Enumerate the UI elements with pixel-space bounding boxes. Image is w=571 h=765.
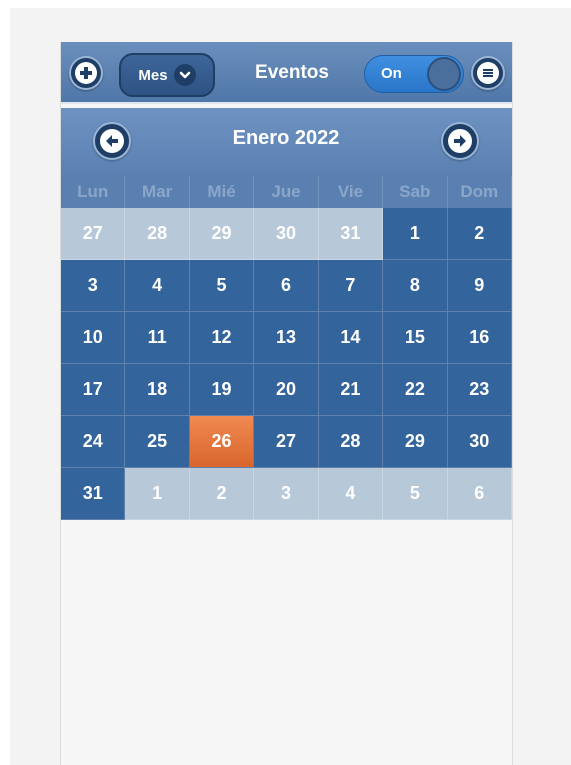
weekday-label: Lun — [61, 176, 126, 208]
weekday-label: Mar — [125, 176, 190, 208]
calendar-day[interactable]: 7 — [318, 260, 384, 312]
previous-month-button[interactable] — [93, 122, 131, 160]
calendar-day[interactable]: 9 — [447, 260, 512, 312]
calendar-day-outside-month[interactable]: 31 — [318, 208, 384, 260]
arrow-left-icon — [100, 129, 124, 153]
calendar-day-outside-month[interactable]: 6 — [447, 468, 512, 520]
calendar-app: Mes Eventos On Enero 2022 Lun Mar Mié Ju… — [60, 42, 513, 765]
calendar-header: Enero 2022 — [61, 108, 512, 176]
calendar-day[interactable]: 25 — [125, 416, 190, 468]
calendar-day[interactable]: 13 — [254, 312, 319, 364]
calendar-day[interactable]: 6 — [254, 260, 319, 312]
calendar-day[interactable]: 28 — [318, 416, 384, 468]
calendar-day[interactable]: 14 — [318, 312, 384, 364]
next-month-button[interactable] — [441, 122, 479, 160]
chevron-down-icon — [173, 64, 196, 86]
weekday-row: Lun Mar Mié Jue Vie Sab Dom — [61, 176, 512, 208]
menu-icon — [477, 62, 499, 84]
calendar-day-outside-month[interactable]: 1 — [125, 468, 190, 520]
view-mode-button[interactable]: Mes — [119, 53, 215, 97]
toggle-label: On — [381, 65, 402, 82]
calendar-day-outside-month[interactable]: 30 — [254, 208, 319, 260]
calendar-grid: 27 28 29 30 31 1 2 3 4 5 6 7 8 9 10 11 12 13 14 15 16 17 18 19 2… — [61, 208, 512, 520]
calendar-day-outside-month[interactable]: 2 — [189, 468, 255, 520]
view-mode-label: Mes — [138, 66, 168, 84]
arrow-right-icon — [448, 129, 472, 153]
add-event-button[interactable] — [69, 56, 103, 90]
weekday-label: Sab — [383, 176, 448, 208]
calendar-day-outside-month[interactable]: 28 — [125, 208, 190, 260]
weekday-label: Jue — [254, 176, 319, 208]
calendar-day[interactable]: 21 — [318, 364, 384, 416]
calendar-day[interactable]: 15 — [383, 312, 448, 364]
calendar-day[interactable]: 8 — [383, 260, 448, 312]
weekday-label: Mié — [190, 176, 255, 208]
calendar-day[interactable]: 11 — [125, 312, 190, 364]
plus-icon — [75, 62, 97, 84]
calendar-day[interactable]: 1 — [383, 208, 448, 260]
calendar-day[interactable]: 27 — [254, 416, 319, 468]
calendar-day[interactable]: 29 — [383, 416, 448, 468]
calendar-day-outside-month[interactable]: 3 — [254, 468, 319, 520]
calendar-day[interactable]: 18 — [125, 364, 190, 416]
toolbar: Mes Eventos On — [61, 42, 512, 104]
menu-button[interactable] — [471, 56, 505, 90]
calendar-day[interactable]: 31 — [61, 468, 126, 520]
weekday-label: Dom — [448, 176, 512, 208]
calendar-day[interactable]: 16 — [447, 312, 512, 364]
weekday-label: Vie — [319, 176, 384, 208]
calendar-day[interactable]: 3 — [61, 260, 126, 312]
calendar-day[interactable]: 10 — [61, 312, 126, 364]
calendar-day-outside-month[interactable]: 5 — [383, 468, 448, 520]
calendar-day[interactable]: 30 — [447, 416, 512, 468]
toggle-knob[interactable] — [427, 57, 461, 91]
calendar-day-outside-month[interactable]: 4 — [318, 468, 384, 520]
calendar-day-outside-month[interactable]: 27 — [61, 208, 126, 260]
events-toggle[interactable]: On — [364, 55, 464, 93]
calendar-day[interactable]: 20 — [254, 364, 319, 416]
calendar-day[interactable]: 5 — [189, 260, 255, 312]
calendar-day-today[interactable]: 26 — [189, 416, 255, 468]
calendar-day[interactable]: 4 — [125, 260, 190, 312]
calendar-day[interactable]: 24 — [61, 416, 126, 468]
calendar-day[interactable]: 12 — [189, 312, 255, 364]
calendar-day[interactable]: 2 — [447, 208, 512, 260]
calendar-day[interactable]: 23 — [447, 364, 512, 416]
calendar-day[interactable]: 17 — [61, 364, 126, 416]
page-title: Eventos — [255, 62, 329, 83]
month-title: Enero 2022 — [232, 127, 340, 149]
calendar-day[interactable]: 19 — [189, 364, 255, 416]
calendar-day-outside-month[interactable]: 29 — [189, 208, 255, 260]
calendar-day[interactable]: 22 — [383, 364, 448, 416]
